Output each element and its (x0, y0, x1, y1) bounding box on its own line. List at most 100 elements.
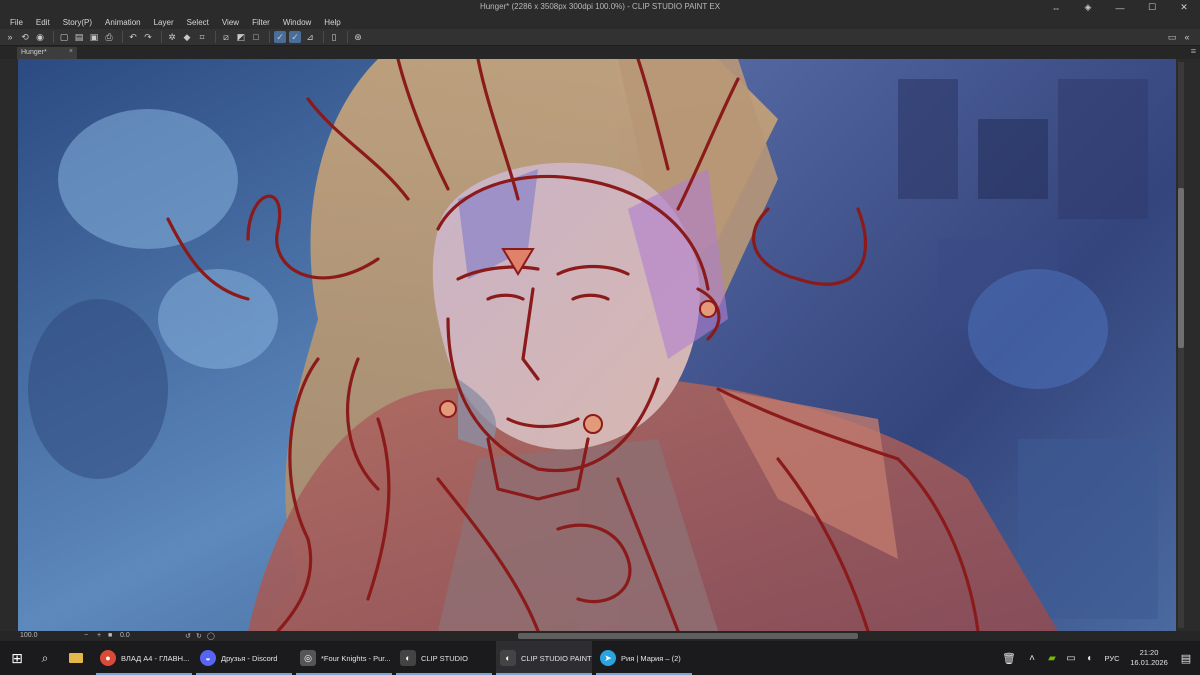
taskbar-item-label: Рия | Мария – (2) (621, 653, 681, 663)
undo-icon[interactable]: ↶ (127, 31, 139, 43)
expand-right-icon[interactable]: « (1181, 31, 1193, 43)
zoom-slider-icon[interactable]: ■ (108, 632, 112, 639)
taskbar-item-four-knights[interactable]: ◎ *Four Knights - Pur... (296, 641, 392, 675)
zoom-value[interactable]: 100.0 (20, 632, 38, 639)
folder-icon (69, 653, 83, 663)
redo-icon[interactable]: ↷ (142, 31, 154, 43)
left-panel-strip (0, 59, 18, 631)
new-file-icon[interactable]: ▢ (58, 31, 70, 43)
close-button[interactable]: ✕ (1168, 0, 1200, 15)
canvas-status-bar: 100.0 − + ■ 0.0 ↺ ↻ ◯ (0, 631, 1200, 641)
clock-time: 21:20 (1139, 648, 1159, 657)
menu-animation[interactable]: Animation (105, 18, 141, 27)
taskbar-item-label: CLIP STUDIO (421, 653, 468, 663)
reset-rotation-icon[interactable]: ◯ (207, 632, 215, 640)
separator (347, 31, 348, 43)
taskbar-item-clip-studio[interactable]: ◐ CLIP STUDIO (396, 641, 492, 675)
volume-tray[interactable]: ◖ (1082, 641, 1096, 675)
windows-icon: ⊞ (11, 649, 23, 666)
title-bar: Hunger* (2286 x 3508px 300dpi 100.0%) - … (0, 0, 1200, 15)
clear-icon[interactable]: ⧄ (220, 31, 232, 43)
canvas-tab[interactable]: Hunger* × (17, 47, 77, 59)
menu-filter[interactable]: Filter (252, 18, 270, 27)
fill-icon[interactable]: ◆ (181, 31, 193, 43)
taskbar-item-clip-studio-paint[interactable]: ◐ CLIP STUDIO PAINT (496, 641, 592, 675)
draw-mode-1-icon[interactable]: ✓ (274, 31, 286, 43)
border-icon[interactable]: □ (250, 31, 262, 43)
taskbar-item-discord[interactable]: ◒ Друзья - Discord (196, 641, 292, 675)
fill-layer-icon[interactable]: ◩ (235, 31, 247, 43)
search-icon: ⌕ (41, 650, 49, 665)
menu-story[interactable]: Story(P) (63, 18, 92, 27)
separator (53, 31, 54, 43)
save-icon[interactable]: ▣ (88, 31, 100, 43)
maximize-button[interactable]: ☐ (1136, 0, 1168, 15)
menu-edit[interactable]: Edit (36, 18, 50, 27)
tray-overflow[interactable]: ˄ (1024, 641, 1040, 675)
canvas-tab-label: Hunger* (21, 49, 47, 56)
window-title: Hunger* (2286 x 3508px 300dpi 100.0%) - … (479, 2, 721, 11)
clock[interactable]: 21:20 16.01.2026 (1126, 641, 1172, 675)
command-bar: » ⟲ ◉ ▢ ▤ ▣ ⎙ ↶ ↷ ✲ ◆ ⌗ ⧄ ◩ □ ✓ ✓ ⊿ ▯ ⊛ … (0, 29, 1200, 46)
menu-bar: File Edit Story(P) Animation Layer Selec… (0, 15, 1200, 29)
menu-file[interactable]: File (10, 18, 23, 27)
restore-panels-icon[interactable]: ⇔ (1040, 0, 1072, 15)
close-icon[interactable]: × (69, 48, 73, 55)
notifications-button[interactable]: ▤ (1176, 641, 1196, 675)
crop-icon[interactable]: ⌗ (196, 31, 208, 43)
separator (269, 31, 270, 43)
taskbar-item-chrome[interactable]: ● ВЛАД А4 - ГЛАВН... (96, 641, 192, 675)
menu-select[interactable]: Select (187, 18, 209, 27)
sync-icon[interactable]: ⟲ (19, 31, 31, 43)
artwork (18, 59, 1176, 631)
print-icon[interactable]: ⎙ (103, 31, 115, 43)
horizontal-scroll-thumb[interactable] (518, 633, 858, 639)
separator (215, 31, 216, 43)
separator (122, 31, 123, 43)
search-button[interactable]: ⌕ (36, 641, 54, 675)
start-button[interactable]: ⊞ (6, 641, 28, 675)
expand-icon[interactable]: » (4, 31, 16, 43)
vertical-scroll-thumb[interactable] (1178, 188, 1184, 348)
separator (161, 31, 162, 43)
rotate-left-icon[interactable]: ↺ (185, 632, 191, 640)
chevron-up-icon: ˄ (1029, 652, 1035, 664)
minimize-button[interactable]: — (1104, 0, 1136, 15)
device-icon[interactable]: ▯ (328, 31, 340, 43)
recycle-bin-tray[interactable]: 🗑 (1000, 641, 1018, 675)
draw-mode-2-icon[interactable]: ✓ (289, 31, 301, 43)
menu-window[interactable]: Window (283, 18, 311, 27)
transform-icon[interactable]: ✲ (166, 31, 178, 43)
canvas-tab-bar: Hunger* × ≡ (0, 46, 1200, 59)
language-label: РУС (1104, 653, 1120, 663)
tab-menu-icon[interactable]: ≡ (1191, 46, 1196, 56)
panel-toggle-icon[interactable]: ▭ (1166, 31, 1178, 43)
menu-layer[interactable]: Layer (154, 18, 174, 27)
nvidia-tray[interactable]: ▰ (1044, 641, 1060, 675)
zoom-out-button[interactable]: − (84, 632, 88, 639)
angle-value[interactable]: 0.0 (120, 632, 130, 639)
taskbar-item-telegram[interactable]: ➤ Рия | Мария – (2) (596, 641, 692, 675)
clock-date: 16.01.2026 (1130, 658, 1168, 667)
network-tray[interactable]: ▭ (1064, 641, 1078, 675)
help-icon[interactable]: ⊛ (352, 31, 364, 43)
clip-studio-icon: ◐ (400, 650, 416, 666)
vertical-scrollbar[interactable] (1178, 62, 1184, 628)
language-indicator[interactable]: РУС (1100, 641, 1124, 675)
app-icon: ◎ (300, 650, 316, 666)
eye-icon[interactable]: ◉ (34, 31, 46, 43)
separator (323, 31, 324, 43)
telegram-icon: ➤ (600, 650, 616, 666)
ruler-icon[interactable]: ⊿ (304, 31, 316, 43)
zoom-in-button[interactable]: + (97, 632, 101, 639)
open-file-icon[interactable]: ▤ (73, 31, 85, 43)
rotate-right-icon[interactable]: ↻ (196, 632, 202, 640)
taskbar-item-label: *Four Knights - Pur... (321, 653, 391, 663)
file-explorer-button[interactable] (66, 641, 86, 675)
menu-help[interactable]: Help (324, 18, 340, 27)
screen-mode-icon[interactable]: ◈ (1072, 0, 1104, 15)
taskbar: ⊞ ⌕ ● ВЛАД А4 - ГЛАВН... ◒ Друзья - Disc… (0, 641, 1200, 675)
drawing-canvas[interactable] (18, 59, 1176, 631)
menu-view[interactable]: View (222, 18, 239, 27)
nvidia-icon: ▰ (1048, 652, 1056, 664)
